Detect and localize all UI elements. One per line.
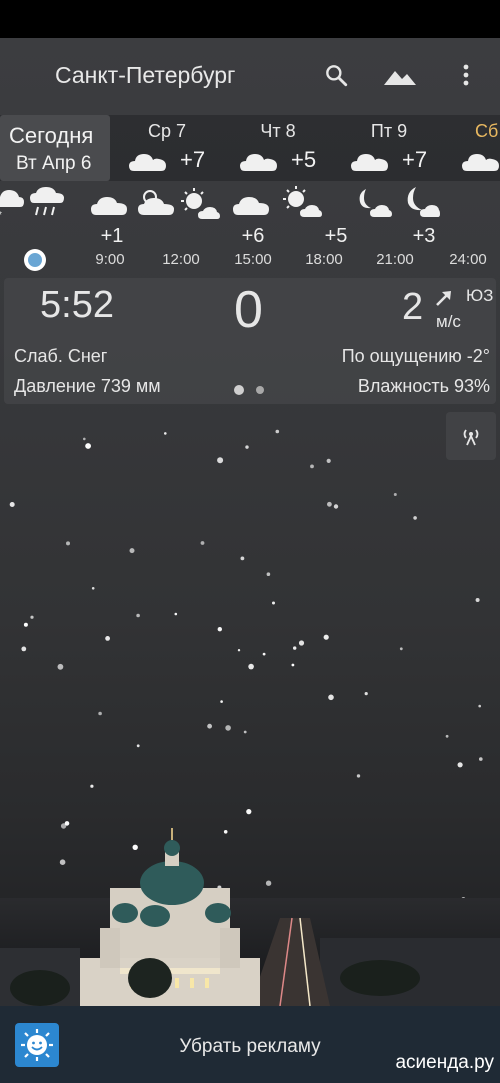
- hour-temp: +5: [324, 225, 348, 247]
- search-icon[interactable]: [323, 62, 349, 88]
- cloud-icon: [462, 154, 499, 171]
- day-temp: +5: [291, 147, 317, 172]
- cloud-icon: [233, 197, 269, 215]
- ad-bar: Убрать рекламу асиенда.ру: [0, 1006, 500, 1083]
- watermark: асиенда.ру: [395, 1052, 494, 1073]
- radar-icon: [463, 429, 479, 446]
- cloud-icon: [351, 154, 388, 171]
- status-bar: [0, 0, 500, 38]
- cloud-icon: [91, 197, 127, 215]
- day-label: Чт 8: [260, 121, 296, 141]
- hour-temp: +3: [412, 225, 436, 247]
- today-date: Вт Апр 6: [16, 153, 92, 174]
- current-time: 5:52: [40, 284, 114, 326]
- daily-forecast-strip: Сегодня Вт Апр 6 Ср 7 +7 Чт 8 +5 Пт 9 +7…: [0, 115, 500, 181]
- cloud-icon: [129, 154, 166, 171]
- day-label: Пт 9: [370, 121, 408, 141]
- day-label: Сб: [475, 121, 499, 141]
- current-temperature: 0: [234, 281, 263, 339]
- wind-direction-arrow-icon: [436, 291, 451, 306]
- day-label: Ср 7: [147, 121, 187, 141]
- hour-temp: +1: [100, 225, 124, 247]
- hour-time: 21:00: [376, 251, 414, 268]
- wind-speed: 2: [402, 286, 424, 328]
- current-time-marker: [24, 249, 46, 271]
- pressure: Давление 739 мм: [14, 376, 161, 396]
- city-title[interactable]: Санкт-Петербург: [55, 62, 235, 89]
- city-background-image: [0, 828, 500, 1006]
- landscape-icon[interactable]: [382, 62, 418, 88]
- day-item[interactable]: Пт 9 +7: [334, 115, 444, 181]
- sun-cloud-icon: [138, 190, 174, 215]
- cloud-icon: [240, 154, 277, 171]
- weather-screen: Санкт-Петербург Сегодня Вт Апр 6 Ср 7 +7…: [0, 38, 500, 1006]
- hour-time: 24:00: [449, 251, 487, 268]
- hour-temp: +6: [241, 225, 265, 247]
- hour-time: 9:00: [95, 251, 125, 268]
- today-label: Сегодня: [9, 123, 94, 148]
- wind-direction: ЮЗ: [466, 286, 494, 305]
- current-conditions-panel[interactable]: 5:52 0 2 ЮЗ м/с Слаб. Снег По ощущению -…: [4, 278, 496, 404]
- sun-cloud-icon: [181, 188, 220, 219]
- page-indicator: [234, 385, 264, 395]
- day-item-today[interactable]: Сегодня Вт Апр 6: [0, 115, 110, 181]
- rain-cloud-icon: [30, 187, 64, 216]
- humidity: Влажность 93%: [357, 376, 490, 396]
- hourly-forecast: *: [0, 181, 500, 271]
- hour-time: 12:00: [162, 251, 200, 268]
- more-vert-icon[interactable]: [454, 62, 478, 88]
- day-item[interactable]: Сб: [445, 115, 500, 181]
- sun-cloud-icon: [283, 186, 322, 217]
- wind-unit: м/с: [436, 312, 461, 331]
- day-temp: +7: [402, 147, 428, 172]
- hour-time: 18:00: [305, 251, 343, 268]
- radar-button[interactable]: [446, 412, 496, 460]
- hour-time: 15:00: [234, 251, 272, 268]
- feels-like: По ощущению -2°: [341, 346, 490, 366]
- day-item[interactable]: Ср 7 +7: [112, 115, 222, 181]
- day-item[interactable]: Чт 8 +5: [223, 115, 333, 181]
- moon-cloud-icon: [359, 189, 392, 217]
- moon-cloud-icon: [407, 187, 440, 217]
- weather-condition: Слаб. Снег: [14, 346, 108, 366]
- day-temp: +7: [180, 147, 206, 172]
- app-header: Санкт-Петербург: [0, 38, 500, 113]
- svg-text:*: *: [0, 210, 2, 219]
